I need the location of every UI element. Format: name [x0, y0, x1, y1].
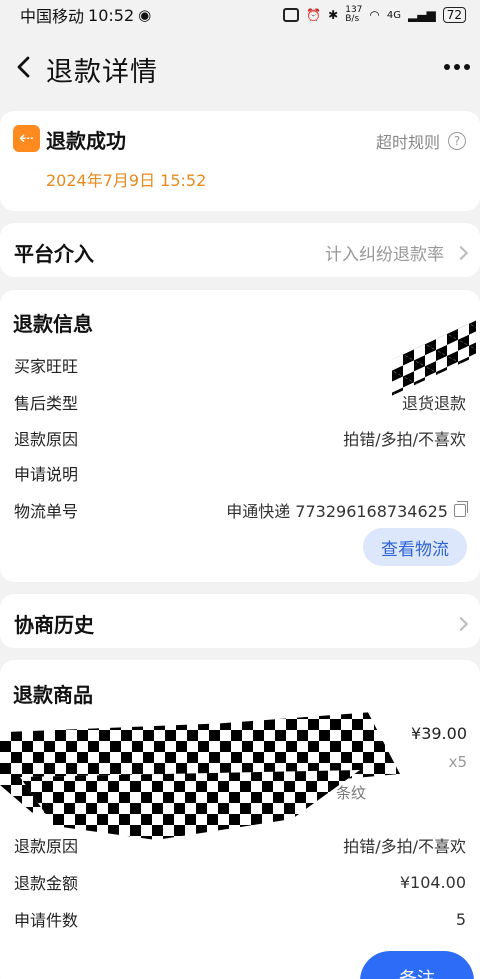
negotiation-history-row[interactable]: 协商历史 — [0, 594, 480, 648]
clock: 10:52 — [88, 5, 135, 25]
wifi-icon: ◠ — [369, 8, 380, 22]
buyer-label: 买家旺旺 — [14, 357, 79, 376]
refund-info-title: 退款信息 — [13, 312, 93, 336]
status-bar: 中国移动 10:52 ◉ ⏰ ✱ 137 B/s ◠ 4G ▂▄▆ 72 — [0, 0, 480, 30]
eye-icon: ◉ — [138, 6, 152, 24]
note-button[interactable]: 备注 — [360, 951, 474, 979]
refund-status-time: 2024年7月9日 15:52 — [46, 171, 207, 190]
more-options-icon[interactable] — [444, 64, 470, 70]
battery-indicator: 72 — [442, 7, 466, 23]
refund-reason-value: 拍错/多拍/不喜欢 — [343, 430, 466, 449]
refund-goods-card: 退款商品 ¥39.00 x5 条纹 退款原因 拍错/多拍/不喜欢 退款金额 ¥1… — [0, 660, 480, 979]
carrier-label: 中国移动 — [20, 7, 85, 26]
help-icon: ? — [448, 132, 466, 150]
timeout-rule-link[interactable]: 超时规则 ? — [376, 129, 466, 153]
history-title: 协商历史 — [14, 613, 94, 637]
refund-amount-value: ¥104.00 — [399, 872, 466, 892]
aftersale-type-label: 售后类型 — [14, 394, 79, 413]
refund-status-icon: ⇠ — [13, 125, 40, 152]
platform-intervention-row[interactable]: 平台介入 计入纠纷退款率 — [0, 223, 480, 277]
goods-reason-value: 拍错/多拍/不喜欢 — [343, 837, 466, 856]
refund-amount-label: 退款金额 — [14, 874, 79, 893]
application-note-label: 申请说明 — [14, 465, 79, 484]
product-variant: 条纹 — [336, 784, 367, 802]
signal-icon: ▂▄▆ — [408, 8, 436, 22]
back-arrow-icon[interactable] — [12, 54, 38, 80]
timeout-rule-label: 超时规则 — [375, 133, 440, 152]
refund-goods-title: 退款商品 — [13, 683, 93, 707]
net-speed: 137 B/s — [345, 5, 363, 24]
refund-reason-label: 退款原因 — [14, 430, 79, 449]
bluetooth-icon: ✱ — [328, 8, 339, 22]
view-logistics-button[interactable]: 查看物流 — [363, 528, 467, 566]
page-title: 退款详情 — [46, 57, 158, 88]
apply-count-value: 5 — [455, 909, 466, 929]
apply-count-label: 申请件数 — [14, 911, 79, 930]
signal-label: 4G — [386, 9, 402, 21]
nav-bar: 退款详情 — [0, 36, 480, 98]
product-qty: x5 — [448, 753, 467, 771]
copy-icon[interactable] — [454, 500, 468, 517]
buyer-name-redaction — [392, 320, 476, 396]
chevron-right-icon — [453, 245, 469, 260]
alarm-icon: ⏰ — [306, 8, 322, 22]
platform-value: 计入纠纷退款率 — [325, 245, 444, 265]
chevron-right-icon — [453, 616, 469, 631]
note-button-label: 备注 — [399, 965, 435, 979]
refund-status-card: ⇠ 退款成功 2024年7月9日 15:52 超时规则 ? — [0, 111, 480, 211]
product-price: ¥39.00 — [411, 724, 467, 743]
platform-label: 平台介入 — [14, 242, 94, 266]
logistics-label: 物流单号 — [14, 502, 79, 521]
aftersale-type-value: 退货退款 — [401, 394, 466, 413]
goods-reason-label: 退款原因 — [14, 837, 79, 856]
refund-status-title: 退款成功 — [46, 129, 126, 153]
nfc-icon — [283, 8, 300, 22]
refund-info-card: 退款信息 买家旺旺 售后类型 退货退款 退款原因 拍错/多拍/不喜欢 申请说明 … — [0, 290, 480, 582]
logistics-value: 申通快递 773296168734625 — [226, 502, 448, 521]
product-redaction-lower — [20, 770, 360, 840]
